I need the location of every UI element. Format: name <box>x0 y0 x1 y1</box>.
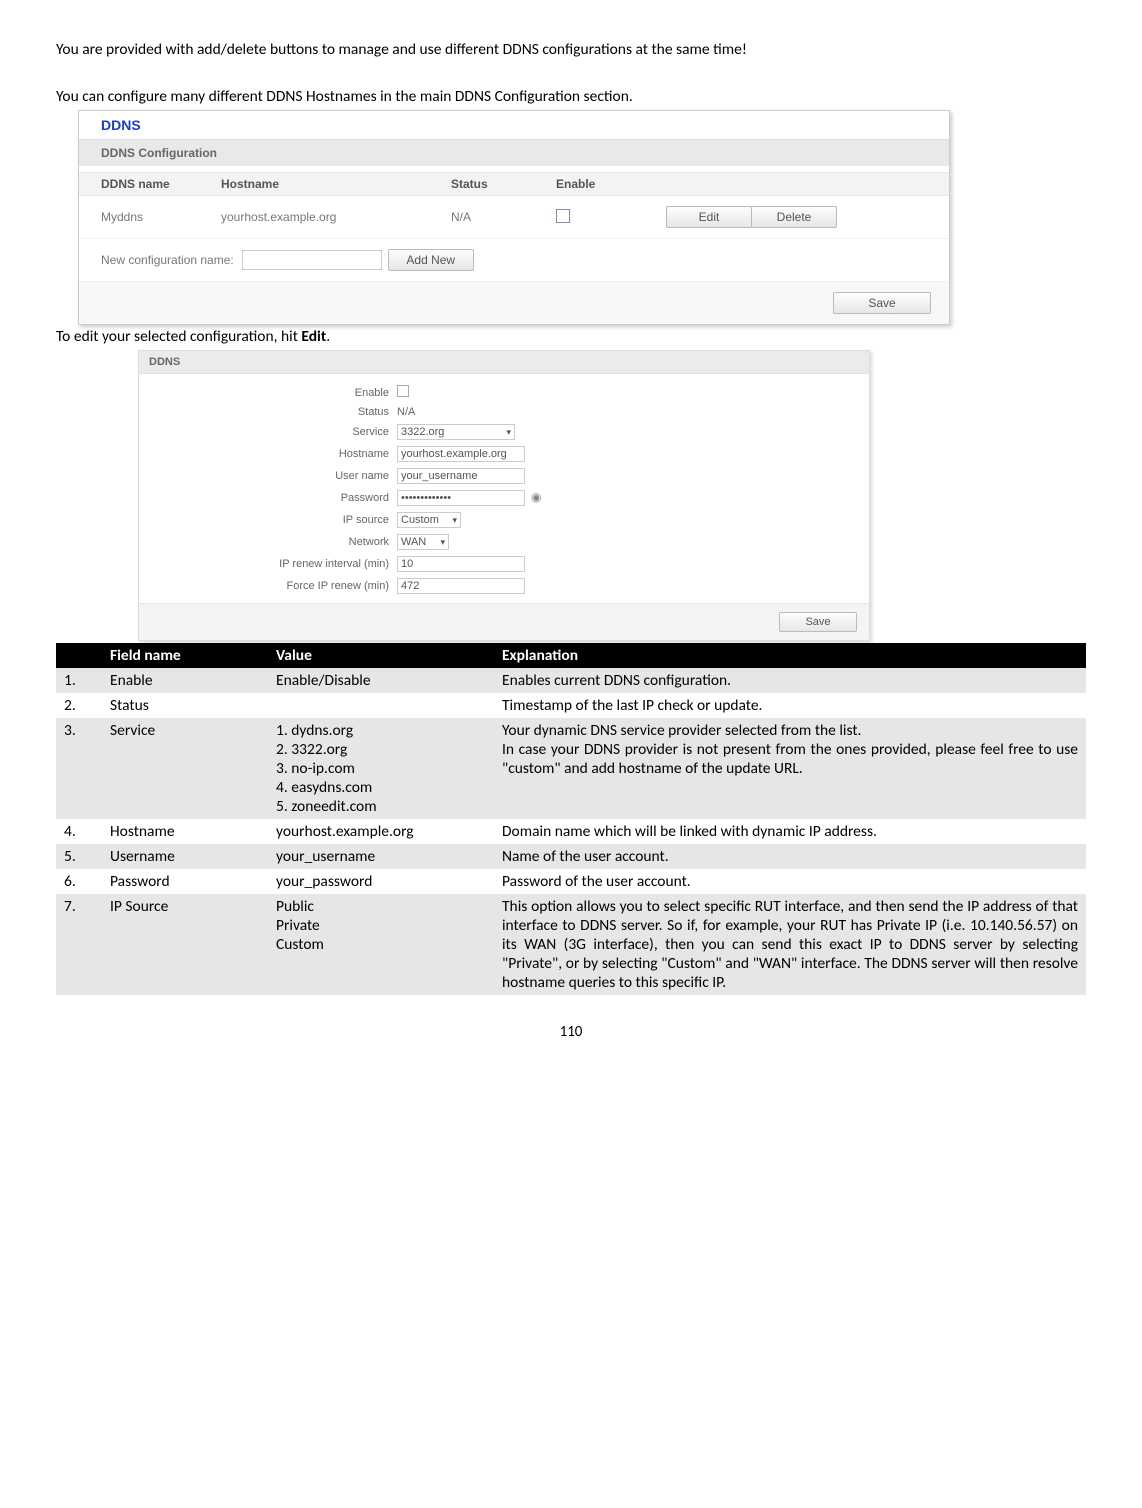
label-iprenew: IP renew interval (min) <box>139 558 397 570</box>
hostname-input[interactable] <box>397 446 525 462</box>
save-button-2[interactable]: Save <box>779 612 857 632</box>
cell-value: Public Private Custom <box>268 894 494 995</box>
cell-explanation: Your dynamic DNS service provider select… <box>494 718 1086 819</box>
table-row: 2.Status Timestamp of the last IP check o… <box>56 693 1086 718</box>
table-row: 1.EnableEnable/DisableEnables current DD… <box>56 668 1086 693</box>
intro-text-2: You can configure many different DDNS Ho… <box>56 87 1086 106</box>
save-button[interactable]: Save <box>833 292 931 314</box>
chevron-down-icon <box>440 536 445 548</box>
new-config-row: New configuration name: Add New <box>79 239 949 282</box>
page-number: 110 <box>56 1023 1086 1041</box>
ipsource-select[interactable]: Custom <box>397 512 461 528</box>
cell-value: 1. dydns.org 2. 3322.org 3. no-ip.com 4.… <box>268 718 494 819</box>
cell-field: Username <box>102 844 268 869</box>
new-config-label: New configuration name: <box>101 253 234 267</box>
cell-field: IP Source <box>102 894 268 995</box>
cell-field: Status <box>102 693 268 718</box>
cell-ddns-name: Myddns <box>101 210 221 224</box>
cell-field: Hostname <box>102 819 268 844</box>
ddns-title: DDNS <box>79 111 949 139</box>
ddns-edit-screenshot: DDNS Enable Status N/A Service 3322.org … <box>138 350 870 641</box>
cell-explanation: This option allows you to select specifi… <box>494 894 1086 995</box>
intro-text-1: You are provided with add/delete buttons… <box>56 40 1086 59</box>
chevron-down-icon <box>452 514 457 526</box>
cell-status: N/A <box>451 210 556 224</box>
cell-num: 1. <box>56 668 102 693</box>
cell-explanation: Domain name which will be linked with dy… <box>494 819 1086 844</box>
col-status: Status <box>451 177 556 191</box>
ddns-table-row: Myddns yourhost.example.org N/A EditDele… <box>79 196 949 239</box>
col-enable: Enable <box>556 177 666 191</box>
chevron-down-icon <box>506 426 511 438</box>
password-input[interactable] <box>397 490 525 506</box>
username-input[interactable] <box>397 468 525 484</box>
label-password: Password <box>139 492 397 504</box>
table-row: 5.Usernameyour_usernameName of the user … <box>56 844 1086 869</box>
cell-num: 4. <box>56 819 102 844</box>
header-value: Value <box>268 643 494 668</box>
cell-explanation: Timestamp of the last IP check or update… <box>494 693 1086 718</box>
forceip-input[interactable] <box>397 578 525 594</box>
label-forceip: Force IP renew (min) <box>139 580 397 592</box>
header-field: Field name <box>102 643 268 668</box>
cell-value: yourhost.example.org <box>268 819 494 844</box>
label-network: Network <box>139 536 397 548</box>
label-enable: Enable <box>139 387 397 399</box>
value-status: N/A <box>397 406 415 418</box>
cell-hostname: yourhost.example.org <box>221 210 451 224</box>
cell-enable <box>556 209 666 226</box>
cell-num: 3. <box>56 718 102 819</box>
cell-explanation: Enables current DDNS configuration. <box>494 668 1086 693</box>
cell-field: Enable <box>102 668 268 693</box>
cell-value <box>268 693 494 718</box>
enable-checkbox-2[interactable] <box>397 385 409 397</box>
cell-field: Password <box>102 869 268 894</box>
cell-value: your_username <box>268 844 494 869</box>
table-header-row: Field name Value Explanation <box>56 643 1086 668</box>
service-select[interactable]: 3322.org <box>397 424 515 440</box>
network-select[interactable]: WAN <box>397 534 449 550</box>
col-ddns-name: DDNS name <box>101 177 221 191</box>
cell-explanation: Name of the user account. <box>494 844 1086 869</box>
ddns-config-screenshot: DDNS DDNS Configuration DDNS name Hostna… <box>78 110 950 325</box>
header-num <box>56 643 102 668</box>
cell-num: 2. <box>56 693 102 718</box>
cell-num: 6. <box>56 869 102 894</box>
ddns-section-header: DDNS Configuration <box>79 139 949 166</box>
delete-button[interactable]: Delete <box>751 206 837 228</box>
label-hostname: Hostname <box>139 448 397 460</box>
cell-value: your_password <box>268 869 494 894</box>
cell-num: 5. <box>56 844 102 869</box>
label-ipsource: IP source <box>139 514 397 526</box>
header-expl: Explanation <box>494 643 1086 668</box>
new-config-input[interactable] <box>242 250 382 270</box>
table-row: 6.Passwordyour_passwordPassword of the u… <box>56 869 1086 894</box>
cell-value: Enable/Disable <box>268 668 494 693</box>
cell-explanation: Password of the user account. <box>494 869 1086 894</box>
label-status: Status <box>139 406 397 418</box>
edit-instruction: To edit your selected configuration, hit… <box>56 327 1086 346</box>
enable-checkbox[interactable] <box>556 209 570 223</box>
add-new-button[interactable]: Add New <box>388 249 474 271</box>
table-row: 3.Service1. dydns.org 2. 3322.org 3. no-… <box>56 718 1086 819</box>
col-hostname: Hostname <box>221 177 451 191</box>
table-row: 4.Hostnameyourhost.example.orgDomain nam… <box>56 819 1086 844</box>
ddns-edit-title: DDNS <box>139 351 869 374</box>
ddns-table-header: DDNS name Hostname Status Enable <box>79 172 949 196</box>
eye-icon[interactable]: ◉ <box>531 490 541 504</box>
label-username: User name <box>139 470 397 482</box>
edit-button[interactable]: Edit <box>666 206 752 228</box>
table-row: 7.IP SourcePublic Private CustomThis opt… <box>56 894 1086 995</box>
label-service: Service <box>139 426 397 438</box>
cell-num: 7. <box>56 894 102 995</box>
cell-field: Service <box>102 718 268 819</box>
explanation-table: Field name Value Explanation 1.EnableEna… <box>56 643 1086 995</box>
iprenew-input[interactable] <box>397 556 525 572</box>
